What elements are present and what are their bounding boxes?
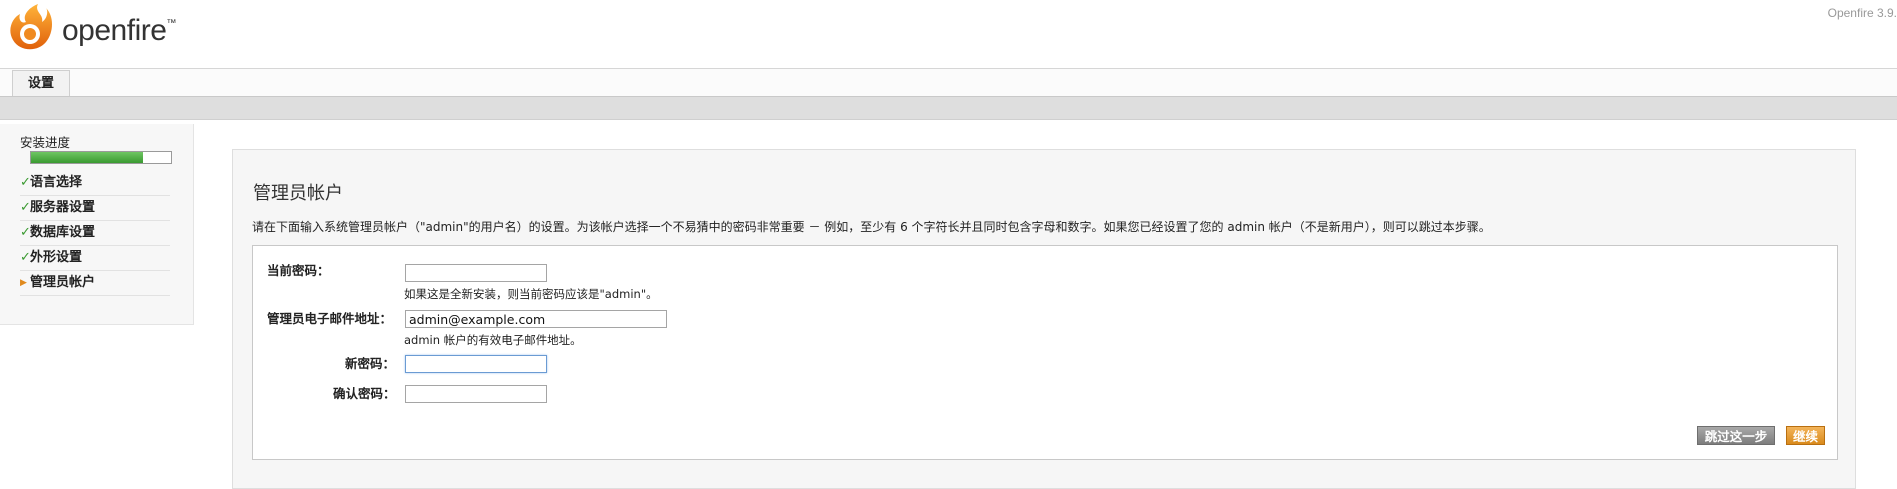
progress-label: 安装进度	[20, 135, 71, 150]
new-password-label: 新密码：	[345, 356, 396, 371]
current-step-arrow-icon: ▶	[20, 278, 27, 288]
version-label: Openfire 3.9.	[1827, 6, 1897, 20]
header: openfire™ Openfire 3.9.	[0, 0, 1897, 68]
admin-email-hint: admin 帐户的有效电子邮件地址。	[404, 333, 582, 347]
openfire-logo-icon	[10, 4, 52, 50]
tab-bar: 设置	[0, 68, 1897, 97]
tab-setup[interactable]: 设置	[12, 70, 71, 96]
admin-email-input[interactable]	[405, 310, 667, 328]
step-profile-settings[interactable]: ✓ 外形设置	[20, 246, 170, 271]
progress-fill	[31, 152, 143, 163]
setup-steps-list: ✓ 语言选择 ✓ 服务器设置 ✓ 数据库设置 ✓ 外形设置 ▶ 管理员帐户	[20, 171, 170, 296]
new-password-input[interactable]	[405, 355, 547, 373]
logo-text: openfire™	[62, 14, 176, 47]
step-admin-account[interactable]: ▶ 管理员帐户	[20, 271, 170, 296]
install-progress-bar	[30, 151, 172, 164]
checkmark-icon: ✓	[20, 200, 31, 215]
admin-email-label: 管理员电子邮件地址：	[267, 311, 393, 326]
sub-navigation-bar	[0, 97, 1897, 120]
checkmark-icon: ✓	[20, 175, 31, 190]
admin-account-form: 当前密码： 如果这是全新安装，则当前密码应该是"admin"。 管理员电子邮件地…	[252, 245, 1838, 460]
page-description: 请在下面输入系统管理员帐户（"admin"的用户名）的设置。为该帐户选择一个不易…	[252, 220, 1491, 234]
step-server-settings[interactable]: ✓ 服务器设置	[20, 196, 170, 221]
checkmark-icon: ✓	[20, 250, 31, 265]
skip-step-button[interactable]: 跳过这一步	[1697, 426, 1775, 445]
continue-button[interactable]: 继续	[1786, 426, 1825, 445]
page-title: 管理员帐户	[253, 183, 343, 204]
checkmark-icon: ✓	[20, 225, 31, 240]
step-language[interactable]: ✓ 语言选择	[20, 171, 170, 196]
step-database-settings[interactable]: ✓ 数据库设置	[20, 221, 170, 246]
main-panel: 管理员帐户 请在下面输入系统管理员帐户（"admin"的用户名）的设置。为该帐户…	[232, 149, 1856, 489]
setup-sidebar: 安装进度 ✓ 语言选择 ✓ 服务器设置 ✓ 数据库设置 ✓ 外形设置 ▶ 管理员帐户	[0, 124, 194, 325]
current-password-label: 当前密码：	[267, 263, 330, 278]
confirm-password-label: 确认密码：	[333, 386, 396, 401]
confirm-password-input[interactable]	[405, 385, 547, 403]
current-password-hint: 如果这是全新安装，则当前密码应该是"admin"。	[404, 287, 658, 301]
current-password-input[interactable]	[405, 264, 547, 282]
